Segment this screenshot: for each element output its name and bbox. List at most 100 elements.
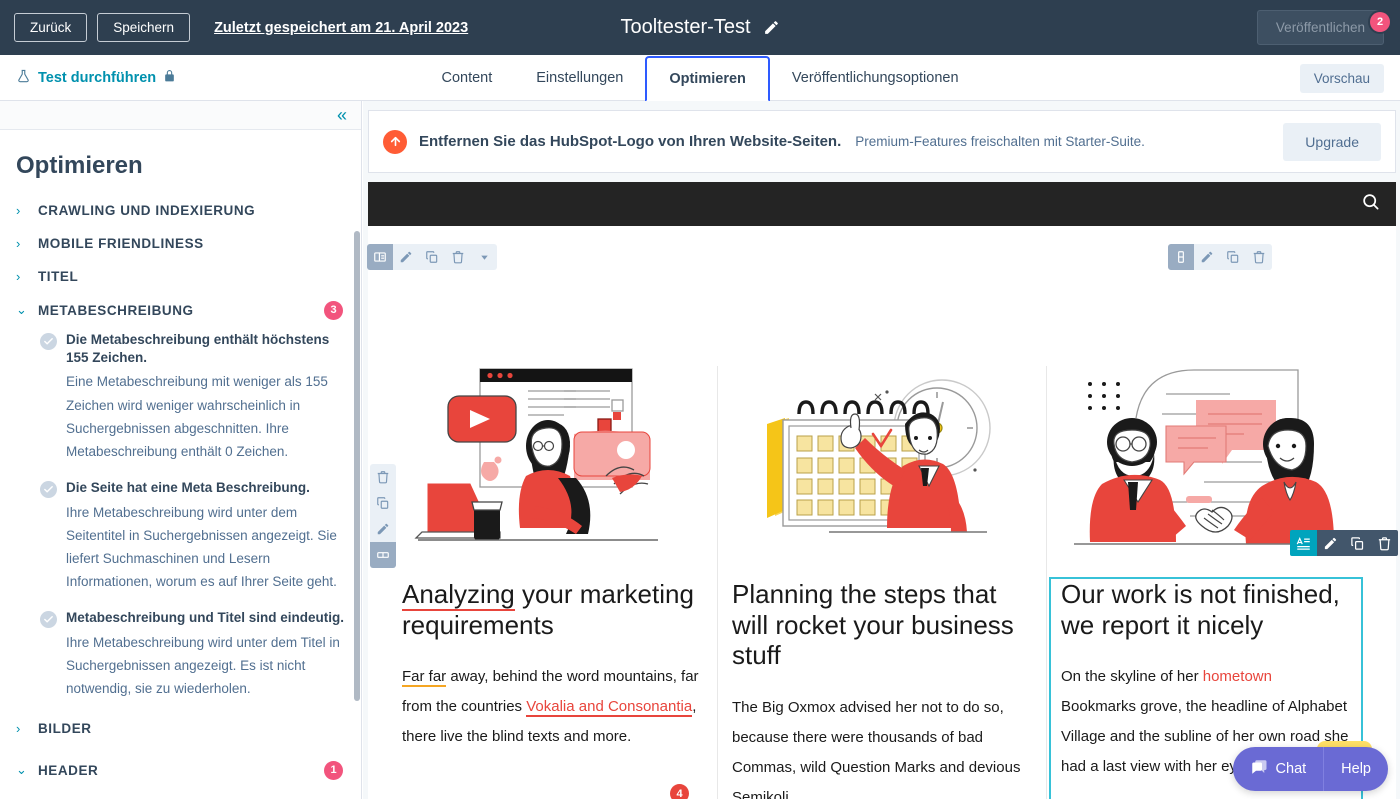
pencil-icon[interactable] (370, 516, 396, 542)
help-label: Help (1341, 761, 1371, 777)
sidebar-scrollbar[interactable] (354, 231, 360, 701)
upgrade-banner: Entfernen Sie das HubSpot-Logo von Ihren… (368, 110, 1396, 173)
flask-icon (16, 68, 31, 88)
chevron-down-icon: ⌄ (16, 302, 27, 317)
back-button[interactable]: Zurück (14, 12, 88, 43)
tab-content[interactable]: Content (419, 58, 514, 98)
trash-icon[interactable] (445, 244, 471, 270)
rich-text-icon[interactable] (1290, 530, 1317, 556)
page-canvas: Analyzing your marketing requirements Fa… (368, 226, 1396, 799)
column-1-heading-part1: Analyzing (402, 579, 515, 611)
banner-subtext: Premium-Features freischalten mit Starte… (855, 134, 1145, 149)
sidebar-section-badge: 1 (324, 760, 343, 780)
banner-headline: Entfernen Sie das HubSpot-Logo von Ihren… (419, 133, 842, 150)
chat-bubble-icon (1250, 758, 1268, 780)
pencil-icon[interactable] (1194, 244, 1220, 270)
sidebar-title: Optimieren (16, 152, 143, 179)
column-2[interactable]: Planning the steps that will rocket your… (717, 366, 1046, 799)
lock-icon (163, 69, 176, 87)
chevron-right-icon: › (16, 236, 21, 251)
sidebar-section-metabeschreibung[interactable]: ⌄ METABESCHREIBUNG 3 (0, 293, 361, 327)
tab-einstellungen[interactable]: Einstellungen (514, 58, 645, 98)
top-bar-left-group: Zurück Speichern Zuletzt gespeichert am … (0, 12, 468, 43)
body-text-start: On the skyline of her (1061, 668, 1203, 686)
tab-optimieren[interactable]: Optimieren (645, 55, 770, 102)
module-icon[interactable] (370, 542, 396, 568)
seo-check-title: Die Seite hat eine Meta Beschreibung. (66, 480, 310, 496)
module-toolbar-top-left (367, 244, 497, 270)
sidebar-section-bilder[interactable]: › BILDER (0, 712, 361, 745)
pencil-icon[interactable] (1317, 530, 1344, 556)
column-3-heading: Our work is not finished, we report it n… (1061, 579, 1340, 640)
publish-button[interactable]: Veröffentlichen (1256, 10, 1384, 45)
search-icon[interactable] (1361, 192, 1380, 216)
chevron-right-icon: › (16, 269, 21, 284)
sidebar-section-label: CRAWLING UND INDEXIERUNG (38, 203, 256, 218)
seo-check-desc: Ihre Metabeschreibung wird unter dem Tit… (66, 634, 340, 697)
copy-icon[interactable] (419, 244, 445, 270)
module-icon[interactable] (1168, 244, 1194, 270)
chevron-right-icon: › (16, 721, 21, 737)
man-calendar-clock-illustration (732, 366, 1032, 561)
preview-button[interactable]: Vorschau (1299, 64, 1384, 93)
upgrade-button[interactable]: Upgrade (1283, 122, 1381, 161)
copy-icon[interactable] (1344, 530, 1371, 556)
chevron-double-left-icon[interactable]: « (337, 106, 347, 124)
pencil-icon[interactable] (763, 19, 780, 36)
copy-icon[interactable] (1220, 244, 1246, 270)
sidebar-section-label: METABESCHREIBUNG (38, 302, 194, 318)
module-toolbar-side (370, 464, 396, 568)
woman-laptop-video-illustration (402, 366, 703, 561)
trash-icon[interactable] (1371, 530, 1398, 556)
seo-check-item: Die Metabeschreibung enthält höchstens 1… (0, 327, 361, 467)
chat-button[interactable]: Chat (1233, 747, 1324, 791)
run-test-link[interactable]: Test durchführen (0, 68, 176, 88)
tab-veroeffentlichungsoptionen[interactable]: Veröffentlichungsoptionen (770, 58, 981, 98)
column-2-body: The Big Oxmox advised her not to do so, … (732, 699, 1021, 799)
publish-badge: 2 (1370, 12, 1390, 32)
help-button[interactable]: Help (1324, 747, 1388, 791)
save-button[interactable]: Speichern (97, 12, 191, 43)
pencil-icon[interactable] (393, 244, 419, 270)
seo-check-desc: Eine Metabeschreibung mit weniger als 15… (66, 374, 328, 460)
layout-icon[interactable] (367, 244, 393, 270)
sidebar-section-header[interactable]: ⌄ HEADER 1 (0, 753, 361, 787)
sidebar-section-label: TITEL (38, 269, 79, 284)
chat-widget: Chat Help (1232, 747, 1388, 791)
column-3[interactable]: Our work is not finished, we report it n… (1046, 366, 1375, 799)
chevron-down-icon[interactable] (471, 244, 497, 270)
body-highlight-red: Vokalia and Consonantia (526, 698, 693, 718)
page-title: Tooltester-Test (620, 16, 751, 38)
site-header-bar (368, 182, 1396, 226)
seo-check-item: Metabeschreibung und Titel sind eindeuti… (0, 605, 361, 704)
sidebar-section-crawling[interactable]: › CRAWLING UND INDEXIERUNG (0, 194, 361, 227)
column-1-heading: Analyzing your marketing requirements (402, 579, 703, 640)
sidebar-section-badge: 3 (324, 300, 343, 320)
tab-list: Content Einstellungen Optimieren Veröffe… (0, 55, 1400, 102)
chat-label: Chat (1275, 761, 1307, 777)
body-highlight-hometown: hometown (1202, 668, 1272, 686)
chevron-down-icon: ⌄ (16, 762, 27, 778)
column-1[interactable]: Analyzing your marketing requirements Fa… (388, 366, 717, 799)
top-bar-right-group: Veröffentlichen 2 (1256, 0, 1390, 55)
chevron-right-icon: › (16, 203, 21, 218)
body-highlight-orange: Far far (402, 668, 447, 688)
trash-icon[interactable] (370, 464, 396, 490)
seo-check-title: Die Metabeschreibung enthält höchstens 1… (66, 332, 330, 366)
sidebar-section-label: HEADER (38, 762, 99, 778)
last-saved-link[interactable]: Zuletzt gespeichert am 21. April 2023 (214, 20, 468, 36)
top-bar: Zurück Speichern Zuletzt gespeichert am … (0, 0, 1400, 55)
copy-icon[interactable] (370, 490, 396, 516)
run-test-label: Test durchführen (38, 69, 157, 86)
sidebar-section-label: BILDER (38, 721, 92, 737)
trash-icon[interactable] (1246, 244, 1272, 270)
optimize-sidebar: « Optimieren › CRAWLING UND INDEXIERUNG … (0, 101, 362, 799)
sidebar-section-titel[interactable]: › TITEL (0, 260, 361, 293)
seo-check-title: Metabeschreibung und Titel sind eindeuti… (66, 610, 345, 626)
seo-check-desc: Ihre Metabeschreibung wird unter dem Sei… (66, 504, 337, 590)
column-1-badge: 4 (670, 784, 689, 799)
three-column-row: Analyzing your marketing requirements Fa… (388, 366, 1376, 799)
seo-check-item: Die Seite hat eine Meta Beschreibung. Ih… (0, 475, 361, 597)
check-circle-icon (40, 333, 57, 350)
sidebar-section-mobile-friendliness[interactable]: › MOBILE FRIENDLINESS (0, 227, 361, 260)
